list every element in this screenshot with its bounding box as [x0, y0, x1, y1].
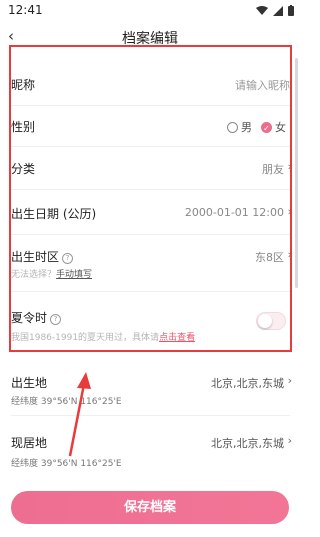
status-bar: 12:41: [0, 0, 300, 22]
chevron-right-icon: ›: [287, 374, 292, 387]
save-profile-button[interactable]: 保存档案: [11, 491, 289, 524]
wifi-icon: [256, 5, 268, 15]
annotation-arrow-icon: [68, 372, 91, 457]
annotation-highlight-box: [9, 45, 292, 352]
birthplace-value: 北京,北京,东城: [211, 377, 284, 390]
residence-row[interactable]: 现居地 北京,北京,东城 › 经纬度 39°56'N 116°25'E: [0, 420, 300, 472]
birthplace-label: 出生地: [11, 376, 48, 390]
birthplace-row[interactable]: 出生地 北京,北京,东城 › 经纬度 39°56'N 116°25'E: [0, 360, 300, 412]
residence-value: 北京,北京,东城: [211, 437, 284, 450]
residence-label: 现居地: [11, 436, 48, 450]
status-time: 12:41: [8, 3, 43, 17]
battery-icon: [288, 5, 294, 16]
signal-icon: [273, 5, 283, 16]
chevron-right-icon: ›: [287, 434, 292, 447]
divider: [11, 415, 290, 416]
status-icons: [256, 5, 294, 16]
